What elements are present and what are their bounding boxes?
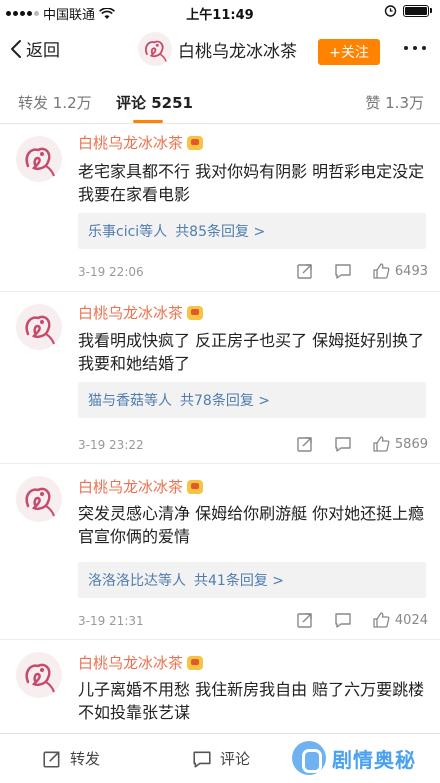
vip-badge-icon — [187, 479, 204, 494]
reply-count: 共41条回复 > — [194, 573, 284, 589]
page-title: 白桃乌龙冰冰茶 — [178, 41, 297, 62]
thumb-up-icon — [373, 436, 390, 452]
reply-count: 共78条回复 > — [180, 393, 270, 409]
comment-button[interactable]: 评论 — [192, 748, 250, 769]
reply-users: 洛洛洛比达等人 — [88, 573, 186, 589]
nav-bar: 返回 白桃乌龙冰冰茶 +关注 — [0, 24, 440, 76]
comment-meta: 3-19 22:06 6493 — [78, 262, 428, 280]
comment-time: 3-19 21:31 — [78, 614, 144, 628]
more-options-icon[interactable] — [404, 46, 426, 50]
comment-icon[interactable] — [334, 611, 352, 629]
tab-bar: 转发 1.2万 评论 5251 赞 1.3万 — [0, 80, 440, 124]
reply-users: 猫与香菇等人 — [88, 393, 172, 409]
share-icon[interactable] — [296, 435, 314, 453]
repost-label: 转发 — [70, 750, 101, 768]
replies-link[interactable]: 乐事cici等人 共85条回复 > — [78, 213, 426, 249]
vip-badge-icon — [187, 305, 204, 320]
comment-actions: 4024 — [296, 611, 428, 629]
watermark-logo-icon — [292, 741, 326, 775]
commenter-avatar[interactable] — [16, 476, 62, 522]
repost-icon — [43, 751, 60, 768]
commenter-name[interactable]: 白桃乌龙冰冰茶 — [78, 652, 204, 673]
reply-count: 共85条回复 > — [175, 224, 266, 240]
avatar — [138, 32, 172, 66]
thumb-up-icon — [373, 612, 390, 628]
like-count: 5869 — [394, 436, 428, 452]
watermark-text: 剧情奥秘 — [332, 747, 416, 772]
vip-badge-icon — [187, 655, 204, 670]
like-button[interactable]: 6493 — [372, 262, 428, 280]
status-bar: 中国联通 上午11:49 — [0, 0, 440, 24]
chevron-left-icon — [11, 39, 21, 58]
share-icon[interactable] — [296, 611, 314, 629]
tab-indicator — [133, 120, 163, 123]
commenter-avatar[interactable] — [16, 304, 62, 350]
divider — [0, 639, 440, 640]
repost-button[interactable]: 转发 — [42, 748, 100, 769]
reply-users: 乐事cici等人 — [88, 224, 168, 240]
commenter-name-label: 白桃乌龙冰冰茶 — [78, 304, 184, 322]
like-count: 4024 — [394, 612, 428, 628]
commenter-name-label: 白桃乌龙冰冰茶 — [78, 654, 184, 672]
commenter-name-label: 白桃乌龙冰冰茶 — [78, 478, 184, 496]
comment-meta: 3-19 21:31 4024 — [78, 611, 428, 629]
share-icon[interactable] — [296, 262, 314, 280]
battery-tip — [430, 8, 432, 13]
comment-time: 3-19 22:06 — [78, 265, 144, 279]
comment-text: 我看明成快疯了 反正房子也买了 保姆挺好别换了 我要和她结婚了 — [78, 331, 425, 373]
nav-profile[interactable]: 白桃乌龙冰冰茶 — [138, 32, 297, 66]
commenter-avatar[interactable] — [16, 136, 62, 182]
comment-text: 儿子离婚不用愁 我住新房我自由 赔了六万要跳楼 不如投靠张艺谋 — [78, 680, 425, 722]
replies-link[interactable]: 洛洛洛比达等人 共41条回复 > — [78, 562, 426, 598]
commenter-avatar[interactable] — [16, 652, 62, 698]
replies-link[interactable]: 猫与香菇等人 共78条回复 > — [78, 382, 426, 418]
comment-actions: 5869 — [296, 435, 428, 453]
back-button[interactable]: 返回 — [10, 36, 60, 61]
comment-text: 突发灵感心清净 保姆给你刷游艇 你对她还挺上瘾 官宣你俩的爱情 — [78, 504, 425, 546]
comment-actions: 6493 — [296, 262, 428, 280]
comment-meta: 3-19 23:22 5869 — [78, 435, 428, 453]
back-label: 返回 — [26, 41, 60, 61]
like-button[interactable]: 4024 — [372, 611, 428, 629]
commenter-name-label: 白桃乌龙冰冰茶 — [78, 134, 184, 152]
divider — [0, 463, 440, 464]
like-button[interactable]: 5869 — [372, 435, 428, 453]
tab-repost[interactable]: 转发 1.2万 — [18, 92, 92, 113]
status-time: 上午11:49 — [186, 8, 254, 23]
alarm-icon — [384, 5, 397, 17]
comment-icon[interactable] — [334, 262, 352, 280]
like-count: 6493 — [394, 263, 428, 279]
tab-likes[interactable]: 赞 1.3万 — [365, 92, 424, 113]
comment-label: 评论 — [220, 750, 251, 768]
commenter-name[interactable]: 白桃乌龙冰冰茶 — [78, 132, 204, 153]
commenter-name[interactable]: 白桃乌龙冰冰茶 — [78, 476, 204, 497]
divider — [0, 291, 440, 292]
follow-button[interactable]: +关注 — [318, 39, 380, 65]
vip-badge-icon — [187, 135, 204, 150]
commenter-name[interactable]: 白桃乌龙冰冰茶 — [78, 302, 204, 323]
tab-comments[interactable]: 评论 5251 — [116, 92, 193, 113]
comment-icon[interactable] — [334, 435, 352, 453]
thumb-up-icon — [373, 263, 390, 279]
status-right — [384, 4, 432, 17]
comment-icon — [193, 751, 211, 768]
comment-text: 老宅家具都不行 我对你妈有阴影 明哲彩电定没定 我要在家看电影 — [78, 162, 425, 204]
comment-time: 3-19 23:22 — [78, 438, 144, 452]
watermark: 剧情奥秘 — [292, 738, 436, 778]
battery-icon — [403, 4, 429, 17]
